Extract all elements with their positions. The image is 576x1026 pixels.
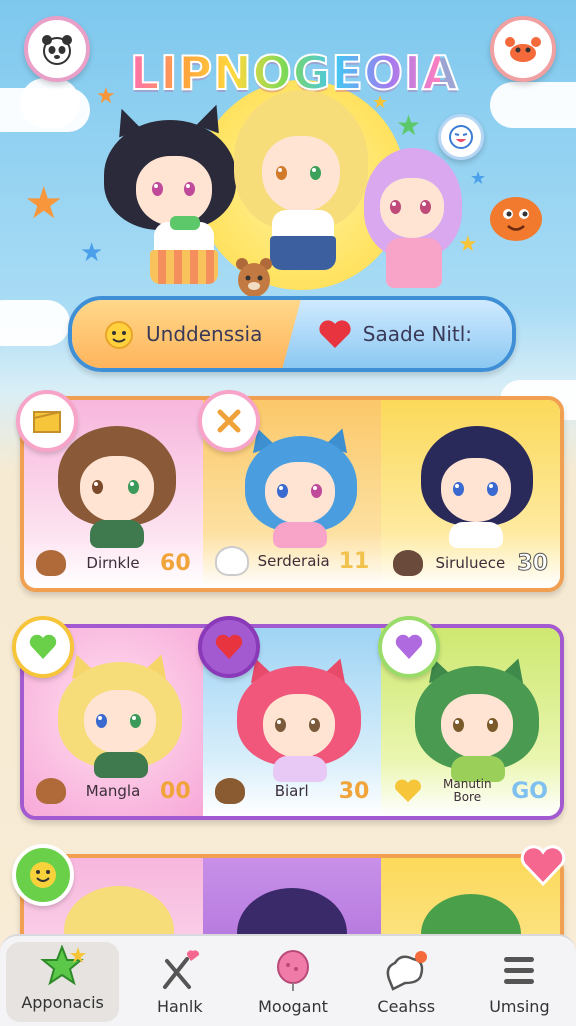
brown-pet-icon xyxy=(36,550,66,576)
card-name: Manutin Bore xyxy=(443,777,492,804)
crab-icon xyxy=(505,37,541,62)
wand-icon xyxy=(162,950,199,989)
nav-label: Ceahss xyxy=(377,997,436,1016)
heart-icon xyxy=(319,320,351,348)
nav-label: Hanlk xyxy=(156,997,203,1016)
card-character-portrait xyxy=(415,654,540,784)
cloud xyxy=(490,82,576,128)
nav-item-ceahss[interactable]: Ceahss xyxy=(350,936,463,1026)
card-name: Siruluece xyxy=(435,554,506,572)
hero-character-pink-hair xyxy=(364,148,464,298)
card-character-portrait xyxy=(236,654,361,784)
crab-mascot-button[interactable] xyxy=(490,16,556,82)
card-character-portrait xyxy=(417,422,537,548)
close-badge-button[interactable] xyxy=(198,390,260,452)
chat-icon xyxy=(386,951,428,991)
box-icon xyxy=(33,411,61,433)
nav-item-apponacis[interactable]: Apponacis xyxy=(6,942,120,1022)
dark-pet-icon xyxy=(393,550,424,576)
nav-label: Moogant xyxy=(258,997,328,1016)
heart-icon xyxy=(520,845,566,886)
profile-avatar-button[interactable] xyxy=(24,16,90,82)
box-badge-button[interactable] xyxy=(16,390,78,452)
card-score: 60 xyxy=(160,550,191,576)
card-name: Mangla xyxy=(85,782,141,800)
banner-left-panel[interactable]: Unddenssia xyxy=(72,300,301,368)
menu-icon xyxy=(504,957,535,984)
star-icon: ★ xyxy=(470,168,487,189)
star-icon xyxy=(39,945,86,986)
card-score: 00 xyxy=(160,778,191,804)
orange-fish-creature-icon xyxy=(490,197,542,241)
character-card[interactable]: Siruluece 30 xyxy=(381,400,560,588)
close-icon xyxy=(217,409,241,433)
white-pet-icon xyxy=(214,546,249,576)
card-character-portrait xyxy=(241,422,361,548)
star-icon: ★ xyxy=(396,109,422,142)
card-name: Dirnkle xyxy=(86,554,140,572)
character-card-row: Mangla 00 Biarl 30 Manutin Bore GO xyxy=(20,624,564,820)
red-heart-badge-button[interactable] xyxy=(198,616,260,678)
heart-icon xyxy=(395,634,423,659)
panda-icon xyxy=(42,35,72,65)
nav-label: Umsing xyxy=(489,997,550,1016)
laugh-face-icon xyxy=(449,125,473,149)
star-icon: ★ xyxy=(24,178,64,229)
card-score: GO xyxy=(511,778,549,804)
nav-label: Apponacis xyxy=(21,993,104,1012)
card-name: Biarl xyxy=(274,782,309,800)
smiley-badge-button[interactable] xyxy=(12,844,74,906)
heart-icon xyxy=(395,779,422,802)
brown-pet-icon xyxy=(36,778,66,804)
card-character-portrait xyxy=(58,422,178,548)
nav-item-moogant[interactable]: Moogant xyxy=(236,936,349,1026)
heart-icon xyxy=(29,634,57,659)
smiley-creature-icon xyxy=(105,321,133,349)
smiley-icon xyxy=(30,862,56,888)
nav-item-umsing[interactable]: Umsing xyxy=(463,936,576,1026)
purple-heart-badge-button[interactable] xyxy=(378,616,440,678)
star-icon: ★ xyxy=(372,92,389,113)
hero-character-cat-girl xyxy=(100,100,240,300)
card-score: 30 xyxy=(517,550,549,576)
cloud xyxy=(20,78,80,128)
card-score: 30 xyxy=(338,778,370,804)
banner-left-label: Unddenssia xyxy=(146,322,263,346)
banner-right-label: Saade Nitl: xyxy=(362,322,473,346)
bottom-nav-bar: Apponacis Hanlk Moogant Ceahss Umsing xyxy=(0,934,576,1026)
heart-icon xyxy=(215,634,243,659)
card-score: 11 xyxy=(338,548,370,574)
brown-pet-icon xyxy=(236,258,272,297)
banner-right-panel[interactable]: Saade Nitl: xyxy=(278,300,512,368)
balloon-icon xyxy=(277,950,309,991)
card-name: Serderaia xyxy=(257,552,330,570)
character-card-row: Dirnkle 60 Serderaia 11 Siruluece 30 xyxy=(20,396,564,592)
event-banner[interactable]: Unddenssia Saade Nitl: xyxy=(68,296,516,372)
brown-pet-icon xyxy=(214,778,245,804)
green-heart-badge-button[interactable] xyxy=(12,616,74,678)
cloud xyxy=(0,300,70,346)
card-character-portrait xyxy=(58,650,182,780)
nav-item-hanlk[interactable]: Hanlk xyxy=(123,936,236,1026)
